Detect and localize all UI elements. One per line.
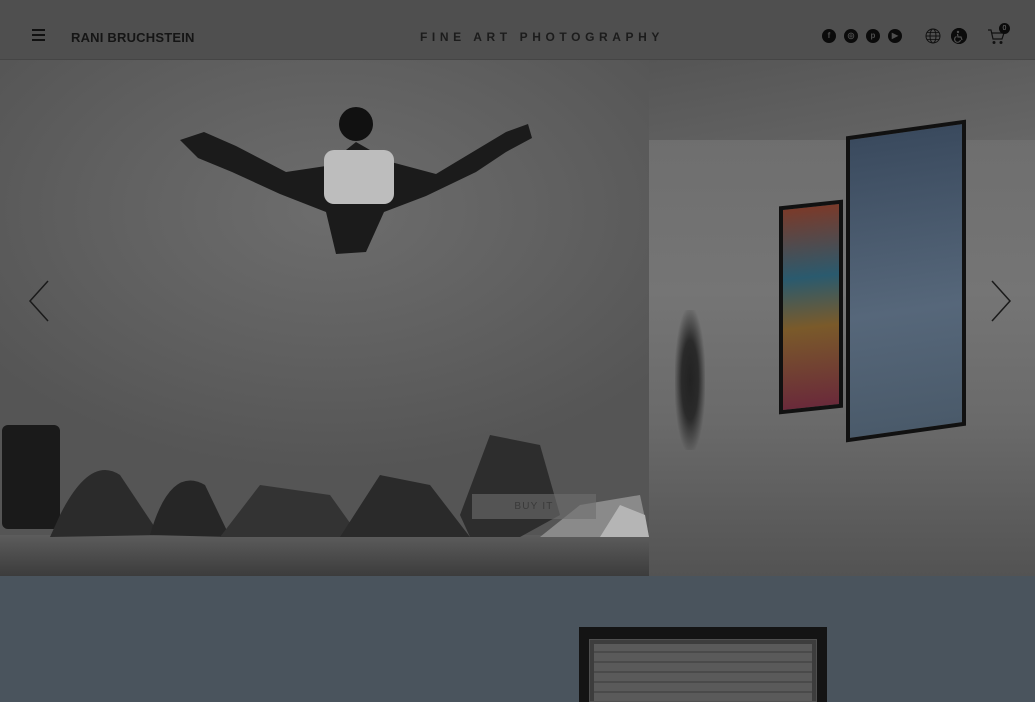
brand-name[interactable]: RANI BRUCHSTEIN xyxy=(71,30,195,45)
site-header: RANI BRUCHSTEIN FINE ART PHOTOGRAPHY f ◎… xyxy=(0,0,1035,60)
print-mat xyxy=(589,639,817,702)
gallery-print-colorful xyxy=(779,199,843,415)
jumping-dancer-figure xyxy=(180,107,532,254)
lower-section xyxy=(0,576,1035,702)
print-image xyxy=(594,644,812,701)
buy-it-button[interactable]: BUY IT xyxy=(472,494,596,519)
pinterest-icon[interactable]: p xyxy=(866,29,880,43)
page: RANI BRUCHSTEIN FINE ART PHOTOGRAPHY f ◎… xyxy=(0,0,1035,702)
framed-print-thumbnail[interactable] xyxy=(579,627,827,702)
slider-next-arrow-icon[interactable] xyxy=(990,280,1012,322)
accessibility-icon[interactable] xyxy=(951,28,967,44)
hamburger-menu-icon[interactable] xyxy=(32,29,45,42)
gallery-ceiling xyxy=(649,60,1035,140)
instagram-icon[interactable]: ◎ xyxy=(844,29,858,43)
site-tagline: FINE ART PHOTOGRAPHY xyxy=(420,30,665,44)
photo-floor xyxy=(0,535,649,576)
globe-icon[interactable] xyxy=(925,28,941,44)
slider-prev-arrow-icon[interactable] xyxy=(28,280,50,322)
gallery-print-pier xyxy=(846,119,966,443)
social-links: f ◎ p ▶ xyxy=(822,29,902,43)
hero-slider: BUY IT xyxy=(0,60,1035,576)
facebook-icon[interactable]: f xyxy=(822,29,836,43)
gallery-visitor-figure xyxy=(675,310,705,450)
cart-count-badge: 0 xyxy=(999,23,1010,34)
youtube-icon[interactable]: ▶ xyxy=(888,29,902,43)
